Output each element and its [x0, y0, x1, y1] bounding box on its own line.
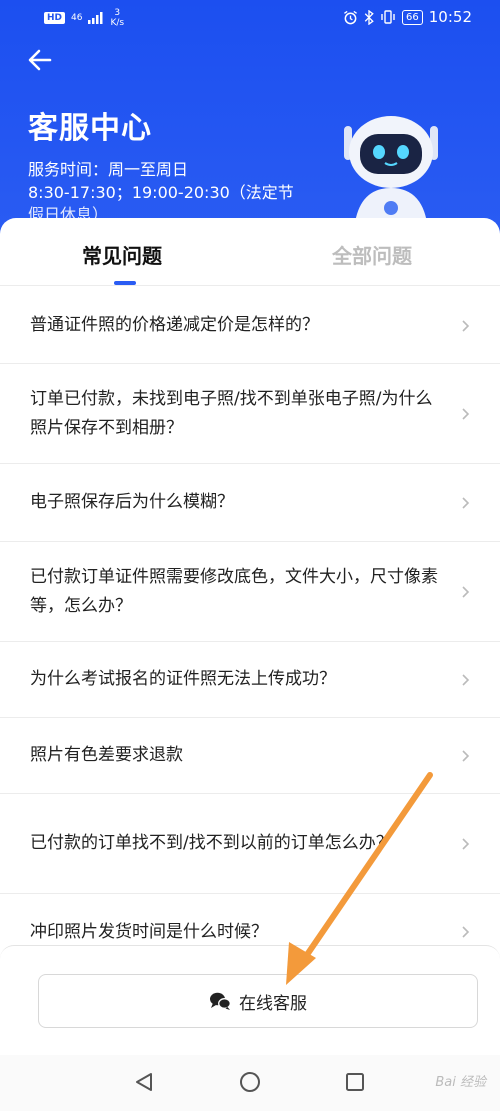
back-triangle-icon[interactable]: [133, 1071, 155, 1093]
alarm-icon: [344, 10, 357, 24]
header-banner: HD 46 3 K/s 66 10:52 客服中心 服务时间：周一至周日 8:3…: [0, 0, 500, 240]
online-service-label: 在线客服: [239, 993, 307, 1014]
faq-item[interactable]: 普通证件照的价格递减定价是怎样的？: [0, 288, 500, 364]
faq-question: 已付款订单证件照需要修改底色，文件大小，尺寸像素等，怎么办？: [30, 566, 438, 616]
clock: 10:52: [428, 8, 472, 26]
service-time-label: 服务时间：周一至周日: [28, 160, 189, 179]
faq-question: 冲印照片发货时间是什么时候？: [30, 921, 268, 942]
signal-label: 46: [71, 12, 83, 23]
faq-question: 普通证件照的价格递减定价是怎样的？: [30, 315, 319, 335]
online-service-button[interactable]: 在线客服: [38, 974, 478, 1028]
chevron-right-icon: [462, 319, 470, 332]
faq-question: 订单已付款，未找到电子照/找不到单张电子照/为什么照片保存不到相册？: [30, 388, 433, 438]
chevron-right-icon: [462, 585, 470, 598]
system-nav-bar: [0, 1055, 500, 1111]
chevron-right-icon: [462, 673, 470, 686]
bluetooth-icon: [364, 9, 374, 25]
robot-mascot-icon: [344, 116, 438, 230]
chevron-right-icon: [462, 749, 470, 762]
chevron-right-icon: [462, 496, 470, 509]
faq-item[interactable]: 订单已付款，未找到电子照/找不到单张电子照/为什么照片保存不到相册？: [0, 364, 500, 464]
faq-question: 已付款的订单找不到/找不到以前的订单怎么办？: [30, 833, 393, 853]
chevron-right-icon: [462, 407, 470, 420]
page-title: 客服中心: [28, 111, 152, 146]
vibrate-icon: [381, 10, 395, 24]
recents-square-icon[interactable]: [344, 1071, 366, 1093]
home-circle-icon[interactable]: [239, 1071, 261, 1093]
watermark: Bai 经验: [435, 1075, 486, 1090]
chat-bubbles-icon: [210, 992, 231, 1010]
hd-badge: HD: [44, 12, 66, 24]
faq-item[interactable]: 为什么考试报名的证件照无法上传成功？: [0, 642, 500, 718]
faq-question: 电子照保存后为什么模糊？: [30, 492, 234, 512]
chevron-right-icon: [462, 837, 470, 850]
faq-item[interactable]: 照片有色差要求退款: [0, 718, 500, 794]
faq-question: 为什么考试报名的证件照无法上传成功？: [30, 669, 336, 689]
back-arrow-icon[interactable]: [26, 46, 54, 74]
faq-item[interactable]: 已付款订单证件照需要修改底色，文件大小，尺寸像素等，怎么办？: [0, 542, 500, 642]
faq-list: 普通证件照的价格递减定价是怎样的？ 订单已付款，未找到电子照/找不到单张电子照/…: [0, 288, 500, 970]
service-hours: 8:30-17:30；19:00-20:30（法定节: [28, 183, 294, 202]
speed-unit: K/s: [110, 18, 125, 28]
chevron-right-icon: [462, 926, 470, 938]
tab-all-questions[interactable]: 全部问题: [332, 240, 412, 269]
faq-question: 照片有色差要求退款: [30, 745, 183, 765]
status-bar: HD 46 3 K/s 66 10:52: [0, 0, 500, 36]
tab-common-questions[interactable]: 常见问题: [82, 240, 162, 269]
bottom-action-panel: 在线客服: [0, 945, 500, 1055]
faq-item[interactable]: 电子照保存后为什么模糊？: [0, 464, 500, 542]
faq-item[interactable]: 已付款的订单找不到/找不到以前的订单怎么办？: [0, 794, 500, 894]
active-tab-indicator: [114, 281, 136, 285]
battery-level: 66: [402, 9, 423, 25]
speed-value: 3: [114, 8, 121, 18]
network-speed: 3 K/s: [110, 8, 124, 28]
signal-strength-icon: [88, 12, 103, 24]
tab-bar: 常见问题 全部问题: [0, 218, 500, 286]
